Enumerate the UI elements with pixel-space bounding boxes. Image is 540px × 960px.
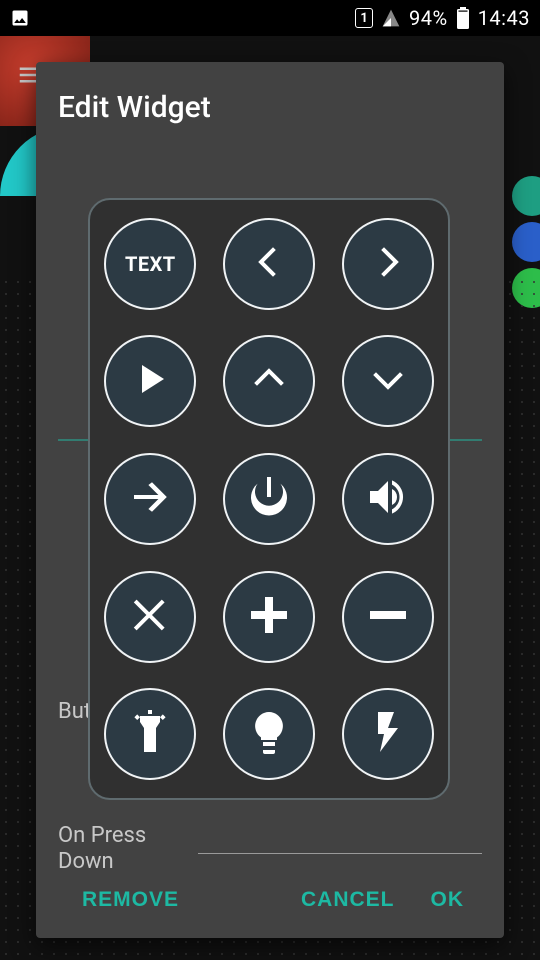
icon-option-plus[interactable] [223, 571, 315, 663]
battery-icon [456, 7, 470, 29]
chevron-up-icon [245, 355, 293, 407]
clock-text: 14:43 [478, 6, 530, 30]
flashlight-icon [126, 708, 174, 760]
power-icon [245, 473, 293, 525]
icon-option-bolt[interactable] [342, 688, 434, 780]
label-on-press-down: On Press Down [58, 823, 146, 876]
status-bar: 1 94% 14:43 [0, 0, 540, 36]
dialog-title: Edit Widget [58, 90, 482, 125]
minus-icon [364, 591, 412, 643]
icon-option-minus[interactable] [342, 571, 434, 663]
icon-option-chevron-up[interactable] [223, 335, 315, 427]
chevron-right-icon [364, 238, 412, 290]
icon-option-text[interactable]: TEXT [104, 218, 196, 310]
icon-option-close[interactable] [104, 571, 196, 663]
sim-indicator: 1 [355, 8, 373, 28]
icon-option-play[interactable] [104, 335, 196, 427]
plus-icon [245, 591, 293, 643]
icon-option-arrow-right[interactable] [104, 453, 196, 545]
ok-button[interactable]: OK [413, 876, 483, 924]
volume-icon [364, 473, 412, 525]
icon-option-chevron-left[interactable] [223, 218, 315, 310]
icon-option-volume[interactable] [342, 453, 434, 545]
arrow-right-icon [126, 473, 174, 525]
cancel-button[interactable]: CANCEL [283, 876, 413, 924]
battery-percentage: 94% [409, 6, 448, 30]
text-icon: TEXT [125, 252, 176, 276]
chevron-down-icon [364, 355, 412, 407]
icon-option-chevron-right[interactable] [342, 218, 434, 310]
signal-icon [381, 8, 401, 28]
icon-option-power[interactable] [223, 453, 315, 545]
icon-option-flashlight[interactable] [104, 688, 196, 780]
remove-button[interactable]: REMOVE [64, 876, 197, 924]
chevron-left-icon [245, 238, 293, 290]
icon-picker-grid: TEXT [88, 198, 450, 800]
image-app-icon [10, 8, 30, 28]
play-icon [126, 355, 174, 407]
close-icon [126, 591, 174, 643]
bulb-icon [245, 708, 293, 760]
icon-option-chevron-down[interactable] [342, 335, 434, 427]
icon-option-bulb[interactable] [223, 688, 315, 780]
bolt-icon [364, 708, 412, 760]
input-underline [198, 853, 482, 854]
